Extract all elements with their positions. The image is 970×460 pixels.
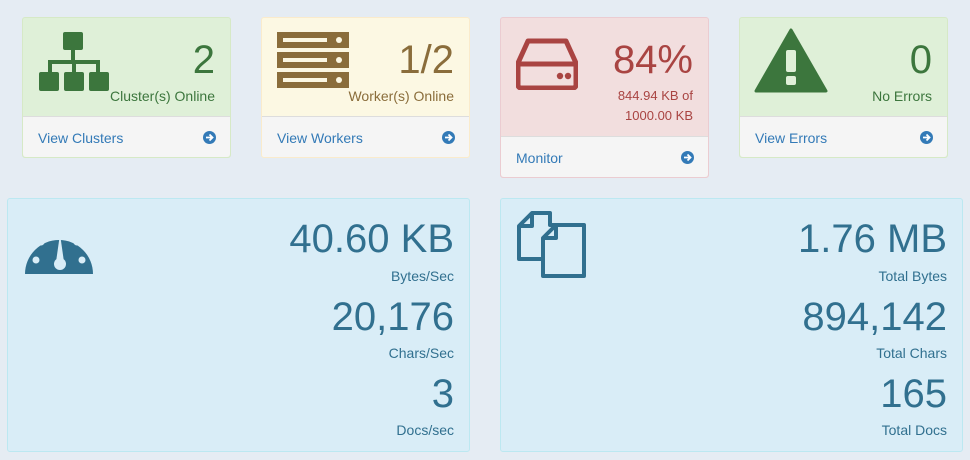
monitor-label: Monitor <box>516 150 563 166</box>
total-chars-label: Total Chars <box>876 345 947 361</box>
errors-label: No Errors <box>872 88 932 104</box>
errors-count: 0 <box>909 38 932 82</box>
warning-icon <box>754 28 828 99</box>
throughput-panel: 40.60 KB Bytes/Sec 20,176 Chars/Sec 3 Do… <box>7 198 470 452</box>
arrow-circle-right-icon <box>681 151 694 164</box>
chars-per-sec-label: Chars/Sec <box>388 345 454 361</box>
workers-label: Worker(s) Online <box>348 88 454 104</box>
monitor-link[interactable]: Monitor <box>501 136 708 177</box>
view-clusters-link[interactable]: View Clusters <box>23 116 230 157</box>
view-errors-link[interactable]: View Errors <box>740 116 947 157</box>
totals-panel: 1.76 MB Total Bytes 894,142 Total Chars … <box>500 198 963 452</box>
view-workers-label: View Workers <box>277 130 363 146</box>
dashboard-icon <box>23 216 95 281</box>
total-docs-label: Total Docs <box>881 422 947 438</box>
total-chars-value: 894,142 <box>802 295 947 339</box>
arrow-circle-right-icon <box>920 131 933 144</box>
clusters-count: 2 <box>192 38 215 82</box>
memory-panel: 84% 844.94 KB of 1000.00 KB Monitor <box>500 17 709 178</box>
memory-used: 844.94 KB of <box>617 88 693 103</box>
files-icon <box>516 209 588 286</box>
sitemap-icon <box>39 32 109 101</box>
docs-per-sec-value: 3 <box>431 372 454 416</box>
clusters-label: Cluster(s) Online <box>109 88 215 104</box>
workers-count: 1/2 <box>398 38 454 82</box>
memory-percent: 84% <box>612 38 693 82</box>
docs-per-sec-label: Docs/sec <box>396 422 454 438</box>
server-icon <box>277 32 349 95</box>
bytes-per-sec-label: Bytes/Sec <box>390 268 454 284</box>
hdd-icon <box>515 38 579 95</box>
arrow-circle-right-icon <box>442 131 455 144</box>
view-errors-label: View Errors <box>755 130 828 146</box>
total-bytes-label: Total Bytes <box>878 268 947 284</box>
errors-panel: 0 No Errors View Errors <box>739 17 948 158</box>
workers-panel: 1/2 Worker(s) Online View Workers <box>261 17 470 158</box>
total-docs-value: 165 <box>880 372 947 416</box>
view-clusters-label: View Clusters <box>38 130 124 146</box>
view-workers-link[interactable]: View Workers <box>262 116 469 157</box>
clusters-panel: 2 Cluster(s) Online View Clusters <box>22 17 231 158</box>
chars-per-sec-value: 20,176 <box>331 295 454 339</box>
bytes-per-sec-value: 40.60 KB <box>289 217 454 261</box>
memory-total: 1000.00 KB <box>625 108 693 123</box>
total-bytes-value: 1.76 MB <box>798 217 947 261</box>
arrow-circle-right-icon <box>203 131 216 144</box>
